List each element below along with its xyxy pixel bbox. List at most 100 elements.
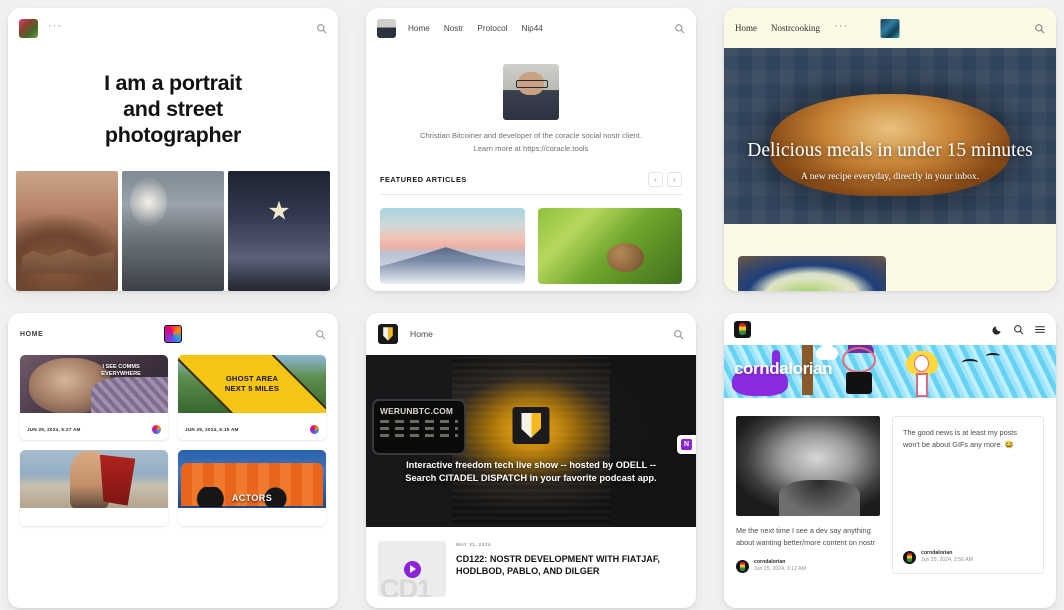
search-icon[interactable] (1034, 23, 1045, 34)
gallery-photo-3[interactable] (228, 170, 330, 291)
body-doodle-icon (846, 372, 872, 394)
photographer-topbar: ··· (8, 8, 338, 48)
article-card[interactable]: Notes On Pyramids (380, 208, 525, 291)
article-card[interactable]: Time Has Come (537, 208, 682, 291)
article-list: Notes On Pyramids Time Has Come (380, 195, 682, 291)
timestamp: JUN 29, 2024, 5:15 AM (185, 427, 239, 432)
caption-line-2: EVERYWHERE (101, 371, 141, 378)
list-item[interactable] (20, 450, 168, 526)
site-card-citadel-dispatch[interactable]: Home WERUNBTC.COM Interactive freedom te… (366, 313, 696, 608)
hero-banner: Delicious meals in under 15 minutes A ne… (724, 48, 1056, 224)
profile-picture (503, 64, 559, 120)
list-item[interactable]: GHOST AREA NEXT 5 MILES JUN 29, 2024, 5:… (178, 355, 326, 440)
avatar[interactable] (734, 320, 751, 338)
site-logo[interactable] (164, 325, 182, 343)
more-menu-icon[interactable]: ··· (834, 20, 848, 34)
profile-bio: Christian Bitcoiner and developer of the… (380, 130, 682, 155)
citadel-topbar: Home (366, 313, 696, 355)
meme-caption: GHOST AREA NEXT 5 MILES (178, 355, 326, 413)
carousel-prev-button[interactable]: ‹ (648, 172, 663, 188)
screen-graphic: WERUNBTC.COM (372, 399, 466, 455)
girl-face-doodle-icon (914, 355, 929, 372)
nostr-badge[interactable]: N (677, 435, 696, 454)
hamburger-menu-icon[interactable] (1034, 324, 1046, 335)
note-author[interactable]: corndalorian Jun 25, 2024, 2:56 AM (903, 550, 1033, 566)
note-image (736, 416, 880, 516)
gallery-photo-1[interactable] (16, 170, 118, 291)
note-card[interactable]: The good news is at least my posts won't… (892, 416, 1044, 575)
girl-body-doodle-icon (916, 373, 928, 397)
nav-item-home[interactable]: Home (410, 329, 433, 339)
face-doodle-icon (842, 347, 876, 373)
play-icon[interactable] (403, 560, 421, 578)
site-card-nostrcooking[interactable]: Home Nostrcooking ··· Delicious meals in… (724, 8, 1056, 291)
carousel-controls: ‹ › (648, 172, 682, 188)
search-icon[interactable] (1013, 324, 1024, 335)
section-title: FEATURED ARTICLES (380, 175, 467, 185)
avatar[interactable] (19, 18, 38, 38)
caption-line-1: I SEE COMMS (102, 364, 140, 370)
avatar[interactable] (903, 550, 916, 564)
meme-caption: ACTORS (231, 493, 273, 503)
avatar[interactable] (152, 425, 161, 434)
avatar[interactable] (378, 324, 398, 344)
search-icon[interactable] (316, 23, 327, 34)
corndalorian-topbar (724, 313, 1056, 345)
nav-item-nostr[interactable]: Nostr (444, 24, 464, 33)
moon-icon[interactable] (992, 324, 1003, 335)
note-author[interactable]: corndalorian Jun 25, 2024, 3:12 AM (736, 559, 880, 575)
site-card-photographer[interactable]: ··· I am a portrait and street photograp… (8, 8, 338, 291)
nostrcooking-topbar: Home Nostrcooking ··· (724, 8, 1056, 48)
timestamp: JUN 29, 2024, 5:27 AM (27, 427, 81, 432)
search-icon[interactable] (315, 329, 326, 340)
episode-row[interactable]: CD1 MAY 31, 2024 CD122: NOSTR DEVELOPMEN… (366, 527, 696, 597)
nav-item-protocol[interactable]: Protocol (477, 24, 507, 33)
caption-line-2: NEXT 5 MILES (224, 384, 280, 393)
author-name: corndalorian (754, 558, 786, 565)
article-thumbnail (380, 208, 525, 285)
episode-thumbnail[interactable]: CD1 (378, 541, 446, 597)
search-icon[interactable] (674, 23, 685, 34)
carousel-next-button[interactable]: › (667, 172, 682, 188)
featured-articles-header: FEATURED ARTICLES ‹ › (380, 172, 682, 196)
nav-item-home[interactable]: Home (408, 24, 430, 33)
coracle-topbar: Home Nostr Protocol Nip44 (366, 8, 696, 48)
nav-item-home[interactable]: Home (735, 23, 757, 33)
show-logo (512, 407, 550, 444)
thumbnail-text: CD1 (380, 574, 432, 597)
hero-title: Delicious meals in under 15 minutes (747, 139, 1033, 161)
cloud-doodle-icon (816, 345, 838, 360)
hero-text: Interactive freedom tech live show -- ho… (376, 459, 686, 486)
meme-image: I SEE COMMS EVERYWHERE (20, 355, 168, 413)
site-card-corndalorian[interactable]: corndalorian Me the next time I see a de… (724, 313, 1056, 608)
nav-item-nip44[interactable]: Nip44 (521, 24, 542, 33)
recipe-thumbnail[interactable] (738, 256, 886, 291)
site-card-coracle[interactable]: Home Nostr Protocol Nip44 Christian Bitc… (366, 8, 696, 291)
meme-image (20, 450, 168, 508)
avatar[interactable] (377, 18, 396, 38)
site-card-memes[interactable]: HOME I SEE COMMS EVERYWHERE JUN 29, 2024… (8, 313, 338, 608)
hero-line-2: Search CITADEL DISPATCH in your favorite… (405, 473, 657, 484)
nav-item-home[interactable]: HOME (20, 331, 43, 338)
more-menu-icon[interactable]: ··· (48, 20, 62, 34)
meme-footer: JUN 29, 2024, 5:15 AM (178, 413, 326, 440)
episode-meta: MAY 31, 2024 CD122: NOSTR DEVELOPMENT WI… (456, 541, 684, 597)
list-item[interactable]: ACTORS (178, 450, 326, 526)
meme-image: ACTORS (178, 450, 326, 508)
note-text: Me the next time I see a dev say anythin… (736, 526, 876, 547)
episode-title[interactable]: CD122: NOSTR DEVELOPMENT WITH FIATJAF, H… (456, 553, 684, 578)
gallery-photo-2[interactable] (122, 170, 224, 291)
search-icon[interactable] (673, 329, 684, 340)
avatar[interactable] (736, 559, 749, 573)
note-text: The good news is at least my posts won't… (903, 428, 1017, 449)
site-preview-grid: ··· I am a portrait and street photograp… (0, 0, 1064, 610)
list-item[interactable]: I SEE COMMS EVERYWHERE JUN 29, 2024, 5:2… (20, 355, 168, 440)
hero-banner: WERUNBTC.COM Interactive freedom tech li… (366, 355, 696, 527)
screen-line (380, 434, 458, 437)
site-logo[interactable] (880, 18, 900, 38)
nav-item-nostrcooking[interactable]: Nostrcooking (771, 23, 820, 33)
meme-caption: I SEE COMMS EVERYWHERE (78, 364, 164, 378)
note-card[interactable]: Me the next time I see a dev say anythin… (736, 416, 880, 574)
avatar[interactable] (310, 425, 319, 434)
meme-footer (20, 508, 168, 526)
